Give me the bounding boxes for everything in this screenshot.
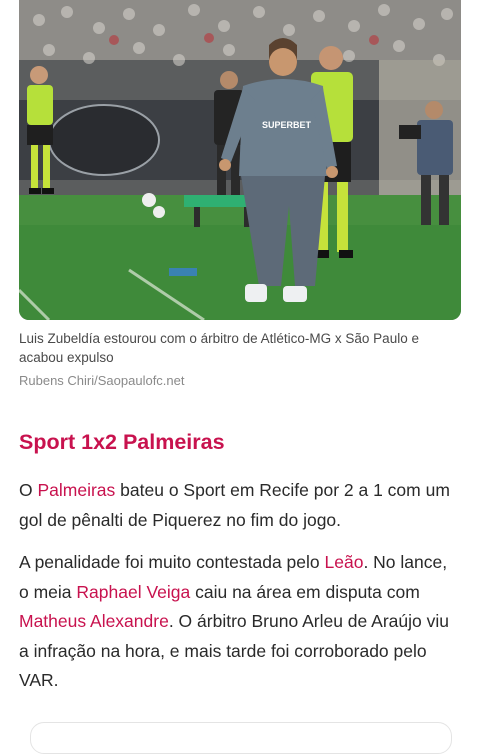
- photo-illustration: SUPERBET: [19, 0, 461, 320]
- shirt-sponsor-text: SUPERBET: [262, 120, 312, 130]
- article-paragraph-2: A penalidade foi muito contestada pelo L…: [19, 548, 461, 696]
- link-leao[interactable]: Leão: [325, 552, 364, 572]
- paragraph-text: A penalidade foi muito contestada pelo: [19, 552, 325, 572]
- link-matheus-alexandre[interactable]: Matheus Alexandre: [19, 611, 169, 631]
- article-photo[interactable]: SUPERBET: [19, 0, 461, 320]
- article-paragraph-1: O Palmeiras bateu o Sport em Recife por …: [19, 476, 461, 535]
- paragraph-text: caiu na área em disputa com: [190, 581, 420, 602]
- paragraph-text: O: [19, 480, 38, 500]
- section-headline: Sport 1x2 Palmeiras: [19, 430, 225, 454]
- next-card-edge: [30, 722, 452, 754]
- photo-caption: Luis Zubeldía estourou com o árbitro de …: [19, 331, 419, 365]
- link-raphael-veiga[interactable]: Raphael Veiga: [76, 582, 190, 602]
- link-palmeiras[interactable]: Palmeiras: [37, 480, 115, 500]
- photo-credit: Rubens Chiri/Saopaulofc.net: [19, 373, 185, 388]
